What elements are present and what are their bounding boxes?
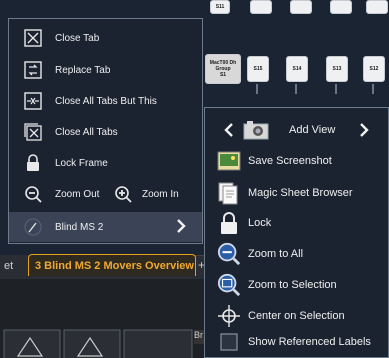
fixture-cell	[63, 329, 121, 358]
fixture-cell	[123, 329, 193, 358]
close-tab-item[interactable]: Close Tab	[9, 23, 202, 53]
menu-item-label: Lock	[248, 217, 272, 229]
submenu-blind-ms2[interactable]: Blind MS 2	[9, 212, 202, 242]
fixture-s14[interactable]: S14	[286, 56, 308, 82]
menu-item-label: Replace Tab	[55, 64, 111, 76]
chevron-right-icon	[175, 218, 187, 239]
zoom-in-icon[interactable]	[113, 184, 133, 204]
menu-item-label: Magic Sheet Browser	[248, 187, 353, 199]
replace-tab-item[interactable]: Replace Tab	[9, 55, 202, 85]
menu-item-label: Show Referenced Labels	[248, 336, 371, 348]
lock-icon	[23, 153, 43, 173]
tab-context-menu: Close Tab Replace Tab Close All Tabs But…	[8, 18, 203, 244]
screenshot-icon	[217, 149, 241, 173]
fixture-label: S14	[292, 66, 302, 72]
lock-frame-item[interactable]: Lock Frame	[9, 148, 202, 178]
zoom-row: Zoom Out Zoom In	[9, 179, 202, 209]
fixture-s12[interactable]: S12	[363, 56, 385, 82]
camera-icon	[243, 120, 269, 145]
menu-item-label: Close All Tabs But This	[55, 95, 157, 107]
fixture-label: S15	[253, 66, 263, 72]
fixture-group[interactable]: MacT00 Dh Group S1	[205, 54, 241, 84]
replace-tab-icon	[23, 60, 43, 80]
fixture-label: MacT00 Dh Group S1	[209, 60, 237, 78]
close-box-icon	[23, 28, 43, 48]
divider	[256, 84, 258, 94]
chevron-left-icon[interactable]	[223, 122, 235, 143]
fixture-label: S12	[369, 66, 379, 72]
magic-sheet-browser-item[interactable]: Magic Sheet Browser	[205, 178, 388, 208]
menu-item-label: Blind MS 2	[55, 221, 104, 233]
save-screenshot-item[interactable]: Save Screenshot	[205, 146, 388, 176]
zoom-out-icon[interactable]	[23, 184, 43, 204]
chevron-right-icon[interactable]	[358, 122, 370, 143]
zoom-to-all-item[interactable]: Zoom to All	[205, 239, 388, 269]
zoom-selection-icon	[217, 273, 241, 297]
add-view-header: Add View	[205, 116, 388, 146]
fixture-top[interactable]: S11	[210, 0, 230, 14]
menu-item-label: Save Screenshot	[248, 155, 332, 167]
fixture-top-4[interactable]	[330, 0, 352, 14]
bottom-fixtures	[3, 329, 193, 358]
fixture-top-3[interactable]	[290, 0, 312, 14]
zoom-to-selection-item[interactable]: Zoom to Selection	[205, 270, 388, 300]
crosshair-icon	[217, 304, 241, 328]
close-others-icon	[23, 91, 43, 111]
fixture-label: S11	[215, 4, 225, 10]
menu-item-label: Center on Selection	[248, 310, 345, 322]
divider	[372, 84, 374, 94]
view-context-menu: Add View Save Screenshot Magic Sheet Bro…	[204, 107, 389, 358]
zoom-in-button[interactable]: Zoom In	[142, 189, 179, 200]
menu-item-label: Zoom to All	[248, 248, 304, 260]
close-all-icon	[23, 122, 43, 142]
lock-item[interactable]: Lock	[205, 208, 388, 238]
menu-item-label: Lock Frame	[55, 157, 108, 169]
show-referenced-labels-item[interactable]: Show Referenced Labels	[205, 327, 388, 357]
pen-icon	[23, 217, 43, 237]
menu-item-label: Zoom to Selection	[248, 279, 337, 291]
divider	[295, 84, 297, 94]
divider	[335, 84, 337, 94]
zoom-all-icon	[217, 242, 241, 266]
fixture-top-5[interactable]	[366, 0, 388, 14]
checkbox-icon[interactable]	[217, 330, 241, 354]
fixture-cell	[3, 329, 61, 358]
fixture-s13[interactable]: S13	[326, 56, 348, 82]
fixture-label: S13	[332, 66, 342, 72]
tab-label: 3 Blind MS 2 Movers Overview	[35, 259, 194, 272]
lock-icon	[217, 211, 241, 235]
magic-sheet-icon	[217, 181, 241, 205]
close-all-but-this-item[interactable]: Close All Tabs But This	[9, 86, 202, 116]
tab-active[interactable]: 3 Blind MS 2 Movers Overview	[28, 254, 196, 276]
fixture-top-2[interactable]	[250, 0, 272, 14]
fixture-s15[interactable]: S15	[247, 56, 269, 82]
menu-item-label: Close Tab	[55, 32, 100, 44]
close-all-tabs-item[interactable]: Close All Tabs	[9, 117, 202, 147]
zoom-out-button[interactable]: Zoom Out	[55, 189, 99, 200]
add-view-label: Add View	[289, 124, 336, 136]
menu-item-label: Close All Tabs	[55, 126, 118, 138]
